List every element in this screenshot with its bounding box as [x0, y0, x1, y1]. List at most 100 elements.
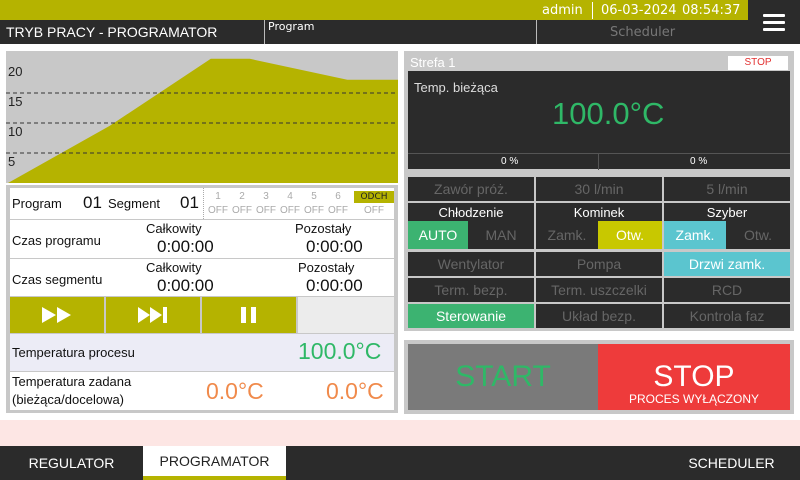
- divider: [592, 2, 593, 19]
- tab-programator[interactable]: PROGRAMATOR: [143, 446, 286, 480]
- zone-stop-badge: STOP: [728, 56, 788, 70]
- start-button[interactable]: START: [408, 344, 598, 410]
- control-status: Sterowanie: [408, 304, 534, 328]
- set-temp-label: Temperatura zadana: [12, 374, 132, 389]
- stop-button[interactable]: STOP PROCES WYŁĄCZONY: [598, 344, 790, 410]
- divider: [598, 154, 599, 170]
- vacuum-valve[interactable]: Zawór próż.: [408, 177, 534, 201]
- menu-button[interactable]: [748, 0, 800, 44]
- segment-time-row: Czas segmentu Całkowity 0:00:00 Pozostał…: [10, 259, 394, 296]
- set-temp-row: Temperatura zadana (bieżąca/docelowa) 0.…: [10, 372, 394, 410]
- tab-scheduler[interactable]: SCHEDULER: [660, 446, 800, 480]
- y-tick-label: 5: [8, 154, 15, 169]
- message-strip: [0, 420, 800, 446]
- total-label: Całkowity: [146, 221, 202, 236]
- program-remaining-time: 0:00:00: [306, 237, 363, 256]
- y-tick-label: 20: [8, 64, 22, 79]
- remaining-label: Pozostały: [295, 221, 352, 236]
- time-label: 08:54:37: [682, 2, 741, 18]
- tab-regulator[interactable]: REGULATOR: [0, 446, 143, 480]
- segment-state: OFF: [232, 205, 252, 216]
- chimney-header: Kominek: [536, 203, 662, 221]
- program-chart: 20 15 10 5: [6, 51, 398, 183]
- program-value[interactable]: 01: [83, 193, 102, 213]
- status-grid: Zawór próż. 30 l/min 5 l/min Chłodzenie …: [404, 173, 794, 331]
- pump-status: Pompa: [536, 252, 662, 276]
- stop-button-label: STOP: [653, 360, 735, 393]
- divider: [203, 188, 204, 219]
- damper-header: Szyber: [664, 203, 790, 221]
- damper-open-button[interactable]: Otw.: [726, 221, 790, 249]
- program-chart-svg: 20 15 10 5: [6, 58, 398, 183]
- damper-closed-button[interactable]: Zamk.: [664, 221, 726, 249]
- flow-1: 30 l/min: [536, 177, 662, 201]
- remaining-label: Pozostały: [298, 260, 355, 275]
- hamburger-icon-line: [763, 27, 785, 31]
- program-label: Program: [12, 196, 62, 211]
- safety-system-status: Układ bezp.: [536, 304, 662, 328]
- hamburger-icon: [763, 13, 785, 17]
- process-temp-value: 100.0°C: [298, 338, 382, 364]
- program-panel: Program 01 Segment 01 1 2 3 4 5 6 ODCH O…: [6, 185, 398, 413]
- phase-control-status: Kontrola faz: [664, 304, 790, 328]
- cooling-header: Chłodzenie: [408, 203, 534, 221]
- segment-total-time: 0:00:00: [157, 276, 214, 295]
- segment-state: OFF: [328, 205, 348, 216]
- segment-state: OFF: [304, 205, 324, 216]
- play-icon: [42, 307, 71, 323]
- segment-state: OFF: [280, 205, 300, 216]
- breadcrumb-scheduler: Scheduler: [536, 20, 748, 44]
- term-seal-status: Term. uszczelki: [536, 278, 662, 302]
- pause-icon: [241, 307, 256, 323]
- output-1: 0 %: [501, 156, 519, 167]
- zone-display: Temp. bieżąca 100.0°C 0 % 0 %: [408, 71, 790, 170]
- set-temp-target[interactable]: 0.0°C: [326, 378, 384, 405]
- current-temp-value: 100.0°C: [552, 96, 665, 131]
- start-stop-panel: START STOP PROCES WYŁĄCZONY: [404, 340, 794, 414]
- chimney-closed-button[interactable]: Zamk.: [536, 221, 598, 249]
- segment-value[interactable]: 01: [180, 193, 199, 213]
- y-tick-label: 10: [8, 124, 22, 139]
- segment-state: OFF: [256, 205, 276, 216]
- play-button[interactable]: [10, 297, 104, 333]
- term-safety-status: Term. bezp.: [408, 278, 534, 302]
- profile-area: [8, 58, 398, 183]
- cooling-man-button[interactable]: MAN: [468, 221, 534, 249]
- segment-number: 2: [239, 191, 245, 202]
- y-tick-label: 15: [8, 94, 22, 109]
- bottom-tab-bar: REGULATOR PROGRAMATOR SCHEDULER: [0, 446, 800, 480]
- process-state-label: PROCES WYŁĄCZONY: [628, 392, 760, 406]
- date-label: 06-03-2024: [601, 2, 677, 18]
- set-temp-current[interactable]: 0.0°C: [206, 378, 264, 405]
- program-time-label: Czas programu: [12, 233, 101, 248]
- status-info: admin 06-03-2024 08:54:37: [530, 0, 760, 20]
- pause-button[interactable]: [202, 297, 296, 333]
- total-label: Całkowity: [146, 260, 202, 275]
- empty-slot: [298, 297, 394, 333]
- fan-status: Wentylator: [408, 252, 534, 276]
- chimney-open-button[interactable]: Otw.: [598, 221, 662, 249]
- segment-label: Segment: [108, 196, 161, 211]
- skip-next-icon: [138, 307, 167, 323]
- door-status: Drzwi zamk.: [664, 252, 790, 276]
- cooling-auto-button[interactable]: AUTO: [408, 221, 468, 249]
- output-2: 0 %: [690, 156, 708, 167]
- program-total-time: 0:00:00: [157, 237, 214, 256]
- current-temp-label: Temp. bieżąca: [414, 80, 498, 95]
- segment-number: 6: [335, 191, 341, 202]
- user-name: admin: [542, 2, 583, 18]
- zone-name: Strefa 1: [410, 55, 456, 70]
- segment-number: 5: [311, 191, 317, 202]
- segment-number: 1: [215, 191, 221, 202]
- segment-number: 4: [287, 191, 293, 202]
- segment-time-label: Czas segmentu: [12, 272, 103, 287]
- rcd-status: RCD: [664, 278, 790, 302]
- breadcrumb-program: Program: [264, 20, 314, 44]
- set-temp-sublabel: (bieżąca/docelowa): [12, 392, 125, 407]
- segment-number: 3: [263, 191, 269, 202]
- title-bar: TRYB PRACY - PROGRAMATOR Program Schedul…: [0, 20, 748, 44]
- flow-2: 5 l/min: [664, 177, 790, 201]
- page-title: TRYB PRACY - PROGRAMATOR: [6, 24, 218, 40]
- odch-badge: ODCH: [354, 191, 394, 203]
- skip-next-button[interactable]: [106, 297, 200, 333]
